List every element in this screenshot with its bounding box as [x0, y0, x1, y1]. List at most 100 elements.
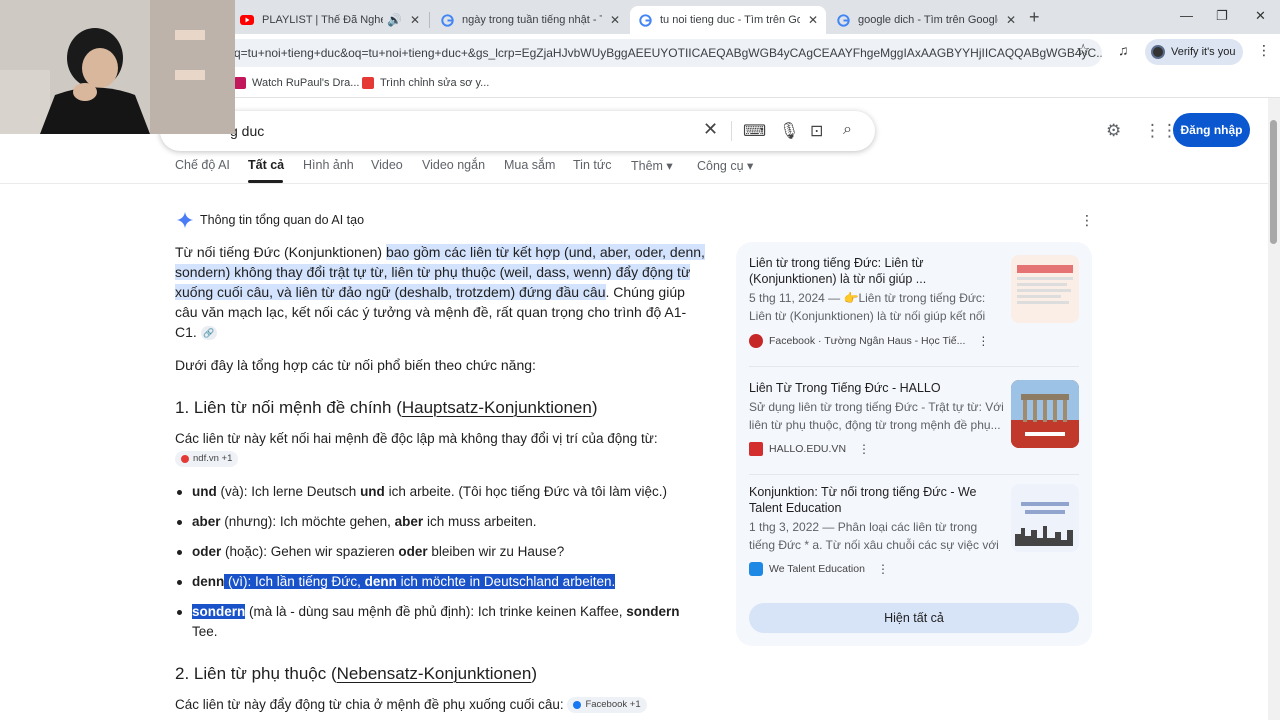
ai-overview-menu-icon[interactable]: ⋮ [1080, 212, 1094, 229]
tab-google-translate[interactable]: google dich - Tìm trên Google ✕ [828, 6, 1024, 34]
close-tab-icon[interactable]: ✕ [610, 13, 620, 27]
clear-icon[interactable]: ✕ [703, 119, 718, 140]
source-snippet: 5 thg 11, 2024 — 👉Liên từ trong tiếng Đứ… [749, 291, 986, 323]
bookmark-star-icon[interactable]: ☆ [1076, 40, 1090, 60]
tab-japanese-weekdays[interactable]: ngày trong tuần tiếng nhật - Tìm trên Go… [432, 6, 628, 34]
tab-ai-mode[interactable]: Chế độ AI [175, 158, 230, 172]
section2-heading: 2. Liên từ phụ thuộc (Nebensatz-Konjunkt… [175, 664, 537, 684]
connector-word: und [192, 484, 217, 499]
connector-word: oder [192, 544, 222, 559]
section1-heading: 1. Liên từ nối mệnh đề chính (Hauptsatz-… [175, 398, 598, 418]
source-card[interactable]: Liên từ trong tiếng Đức: Liên từ (Konjun… [749, 255, 1079, 355]
browser-menu-icon[interactable]: ⋮ [1257, 42, 1271, 59]
youtube-icon [240, 13, 254, 27]
section1-term[interactable]: Hauptsatz-Konjunktionen [402, 398, 592, 417]
page-scrollbar[interactable] [1268, 98, 1280, 720]
address-bar[interactable]: q=tu+noi+tieng+duc&oq=tu+noi+tieng+duc+&… [180, 39, 1102, 67]
source-favicon-icon [749, 562, 763, 576]
source-thumbnail [1011, 255, 1079, 323]
connector-keyword: aber [394, 514, 424, 529]
bookmark-label: Watch RuPaul's Dra... [252, 77, 360, 89]
search-input[interactable]: g duc [230, 123, 264, 139]
source-attribution: Facebook · Tường Ngân Haus - Học Tiế... … [749, 334, 989, 348]
source-attribution: HALLO.EDU.VN ⋮ [749, 442, 870, 456]
section1-desc-text: Các liên từ này kết nối hai mệnh đề độc … [175, 431, 658, 446]
source-menu-icon[interactable]: ⋮ [858, 442, 870, 456]
source-card[interactable]: Konjunktion: Từ nối trong tiếng Đức - We… [749, 484, 1079, 584]
tab-short-videos[interactable]: Video ngắn [422, 158, 485, 172]
tab-more-label: Thêm [631, 159, 663, 173]
source-chip[interactable]: Facebook +1 [567, 697, 647, 714]
tab-all[interactable]: Tất cả [248, 158, 284, 172]
scrollbar-thumb[interactable] [1270, 120, 1277, 244]
intro-plain: Từ nối tiếng Đức (Konjunktionen) [175, 244, 386, 260]
keyboard-icon[interactable]: ⌨ [743, 121, 766, 141]
tab-german-connectors[interactable]: tu noi tieng duc - Tìm trên Google ✕ [630, 6, 826, 34]
show-all-button[interactable]: Hiện tất cả [749, 603, 1079, 633]
audio-icon[interactable]: 🔊 [387, 13, 402, 27]
divider [749, 474, 1079, 475]
bookmark-rupaul[interactable]: Watch RuPaul's Dra... [234, 77, 359, 89]
source-card[interactable]: Liên Từ Trong Tiếng Đức - HALLO Sử dụng … [749, 380, 1079, 470]
source-name: We Talent Education [769, 563, 865, 575]
tab-title: PLAYLIST | Thế Đã Nghe Nhạc [262, 14, 383, 26]
source-favicon-icon [749, 334, 763, 348]
source-title[interactable]: Liên từ trong tiếng Đức: Liên từ (Konjun… [749, 255, 1004, 287]
link-icon[interactable]: 🔗 [200, 326, 217, 341]
tab-news[interactable]: Tin tức [573, 158, 611, 172]
connector-rest: ich möchte in Deutschland arbeiten. [396, 574, 616, 589]
maximize-icon[interactable]: ❐ [1216, 8, 1228, 24]
bookmark-editor[interactable]: Trình chỉnh sửa sơ y... [362, 77, 489, 89]
settings-gear-icon[interactable]: ⚙ [1106, 121, 1121, 141]
bookmark-favicon-icon [362, 77, 374, 89]
source-title[interactable]: Konjunktion: Từ nối trong tiếng Đức - We… [749, 484, 1004, 516]
media-controls-icon[interactable]: ♫ [1118, 42, 1129, 58]
section2-term[interactable]: Nebensatz-Konjunktionen [337, 664, 532, 683]
search-box[interactable]: g duc ✕ ⌨ 🎙 ⊡ ⌕ [160, 111, 875, 151]
source-chip[interactable]: ndf.vn +1 [175, 451, 239, 468]
close-tab-icon[interactable]: ✕ [410, 13, 420, 27]
source-menu-icon[interactable]: ⋮ [977, 334, 989, 348]
tab-more[interactable]: Thêm ▾ [631, 158, 673, 173]
minimize-icon[interactable]: — [1180, 8, 1193, 23]
microphone-icon[interactable]: 🎙 [779, 121, 799, 141]
close-tab-icon[interactable]: ✕ [808, 13, 818, 27]
divider [749, 366, 1079, 367]
connector-keyword: sondern [626, 604, 680, 619]
close-tab-icon[interactable]: ✕ [1006, 13, 1016, 27]
new-tab-icon[interactable]: + [1029, 7, 1040, 28]
sources-panel: Liên từ trong tiếng Đức: Liên từ (Konjun… [736, 242, 1092, 646]
tab-shopping[interactable]: Mua sắm [504, 158, 555, 172]
source-snippet: 1 thg 3, 2022 — Phân loại các liên từ tr… [749, 520, 999, 552]
avatar [1151, 45, 1165, 59]
search-icon[interactable]: ⌕ [843, 121, 852, 139]
source-favicon-icon [749, 442, 763, 456]
connector-meaning: (nhưng): Ich möchte gehen, [220, 514, 395, 529]
source-attribution: We Talent Education ⋮ [749, 562, 889, 576]
source-menu-icon[interactable]: ⋮ [877, 562, 889, 576]
source-name: HALLO.EDU.VN [769, 443, 847, 455]
signin-button[interactable]: Đăng nhập [1173, 113, 1250, 147]
tab-playlist[interactable]: PLAYLIST | Thế Đã Nghe Nhạc 🔊 ✕ [232, 6, 428, 34]
tab-videos[interactable]: Video [371, 158, 403, 172]
connector-keyword: oder [398, 544, 428, 559]
section1-suffix: ) [591, 398, 598, 417]
tab-images[interactable]: Hình ảnh [303, 158, 354, 172]
ai-summary: Dưới đây là tổng hợp các từ nối phổ biến… [175, 357, 536, 373]
lens-icon[interactable]: ⊡ [810, 121, 823, 141]
connector-word: aber [192, 514, 221, 529]
source-chip-label: Facebook +1 [585, 699, 641, 711]
tab-tools[interactable]: Công cụ ▾ [697, 158, 753, 173]
source-name: Facebook · Tường Ngân Haus - Học Tiế... [769, 335, 966, 347]
list-item: sondern (mà là - dùng sau mệnh đề phủ đị… [175, 602, 705, 642]
section2-desc-text: Các liên từ này đẩy động từ chia ở mệnh … [175, 697, 564, 712]
profile-chip[interactable]: Verify it's you [1145, 39, 1243, 65]
connector-meaning: (mà là - dùng sau mệnh đề phủ định): Ich… [245, 604, 627, 619]
connector-meaning: (hoặc): Gehen wir spazieren [221, 544, 399, 559]
source-snippet: Sử dụng liên từ trong tiếng Đức - Trật t… [749, 400, 1004, 432]
source-title[interactable]: Liên Từ Trong Tiếng Đức - HALLO [749, 380, 1004, 396]
close-window-icon[interactable]: ✕ [1255, 8, 1266, 24]
connector-rest: ich arbeite. (Tôi học tiếng Đức và tôi l… [384, 484, 667, 499]
source-favicon-icon [181, 455, 189, 464]
google-icon [638, 13, 652, 27]
